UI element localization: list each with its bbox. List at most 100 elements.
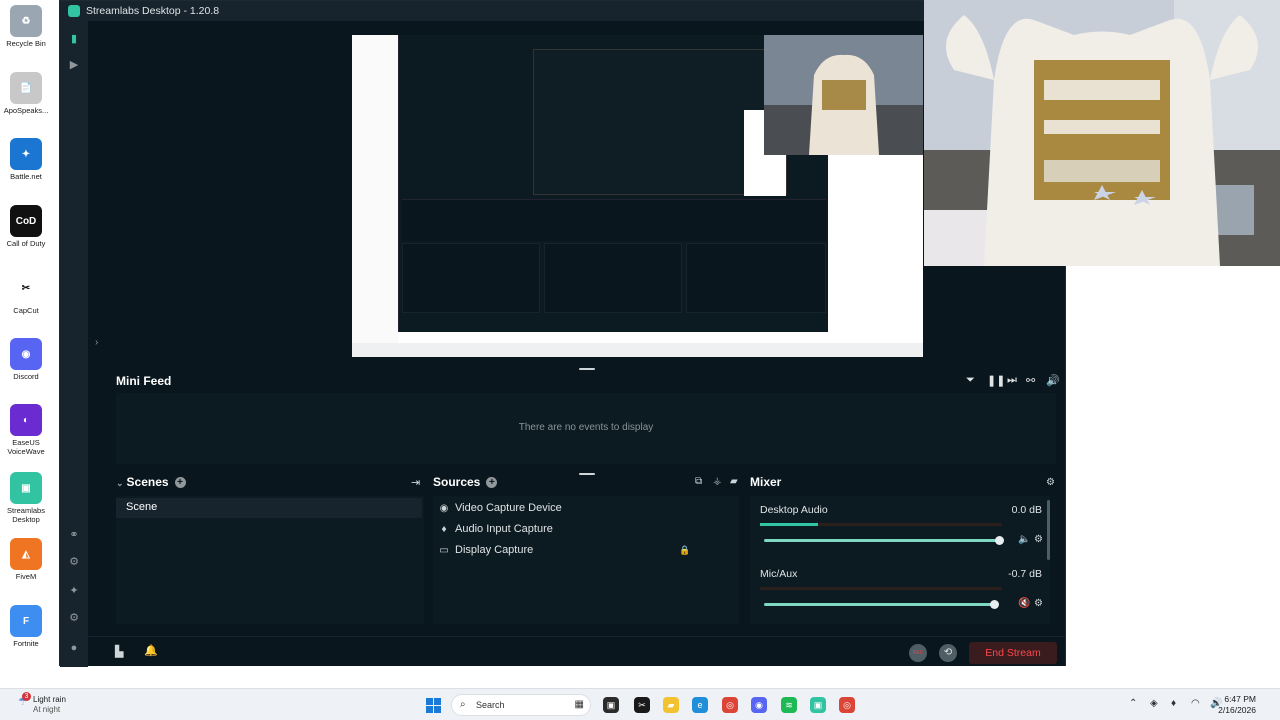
- add-source-icon[interactable]: +: [486, 477, 498, 488]
- play-icon[interactable]: ▶: [68, 59, 80, 71]
- microphone-icon: ♦: [441, 523, 447, 535]
- apospeaks-file-icon: 📄: [10, 72, 42, 104]
- stream-preview: [112, 23, 1062, 363]
- chrome-profile-icon[interactable]: ◎: [839, 697, 855, 713]
- desktop-shortcut-label: Fortnite: [13, 639, 39, 648]
- system-clock[interactable]: 6:47 PM 2/16/2026: [1218, 694, 1256, 716]
- end-stream-button[interactable]: End Stream: [969, 642, 1057, 664]
- scrollbar[interactable]: [1047, 500, 1050, 560]
- tray-app-icon[interactable]: ◈: [1150, 698, 1158, 709]
- sources-header: Sources +: [433, 475, 498, 493]
- speaker-muted-icon[interactable]: 🔇: [1018, 598, 1030, 609]
- title-bar[interactable]: Streamlabs Desktop - 1.20.8: [60, 1, 925, 21]
- sources-panel: ◉ Video Capture Device ♦ Audio Input Captu…: [433, 496, 739, 624]
- scenes-header: ⌄ Scenes +: [116, 475, 186, 493]
- discord-taskbar-icon[interactable]: ◉: [751, 697, 767, 713]
- chevron-right-icon[interactable]: ›: [95, 337, 98, 348]
- resize-handle-bottom[interactable]: [579, 473, 595, 475]
- desktop-shortcut-streamlabs-desktop[interactable]: ▣ Streamlabs Desktop: [2, 472, 50, 524]
- record-button[interactable]: REC: [909, 644, 927, 662]
- collapse-chevron-icon[interactable]: ⌄: [116, 478, 124, 488]
- folder-icon[interactable]: ▰: [730, 476, 738, 487]
- tray-chevron-up-icon[interactable]: ⌃: [1129, 698, 1137, 709]
- skip-icon[interactable]: ⏭: [1007, 374, 1017, 387]
- minifeed-body: There are no events to display: [116, 393, 1056, 464]
- discord-icon: ◉: [10, 338, 42, 370]
- weather-widget[interactable]: ☂ 3 Light rain At night: [18, 692, 66, 715]
- file-explorer-icon[interactable]: ▰: [663, 697, 679, 713]
- notifications-bell-icon[interactable]: 🔔: [144, 644, 158, 657]
- source-label: Audio Input Capture: [455, 523, 553, 535]
- channel-name: Mic/Aux: [760, 568, 798, 580]
- start-button[interactable]: [426, 698, 442, 714]
- lock-icon[interactable]: 🔒: [679, 545, 690, 556]
- speaker-icon[interactable]: 🔈: [1018, 534, 1030, 545]
- minifeed-header: Mini Feed ⏷ ❚❚ ⏭ ⚯ 🔊: [116, 371, 1060, 391]
- weather-title: Light rain: [33, 695, 66, 704]
- tray-microphone-icon[interactable]: ♦: [1171, 698, 1176, 709]
- channel-settings-icon[interactable]: ⚙: [1034, 534, 1043, 545]
- preview-nested-preview: [533, 49, 787, 196]
- desktop-shortcut-call-of-duty[interactable]: CoD Call of Duty: [2, 205, 50, 248]
- slider-knob[interactable]: [990, 600, 999, 609]
- webcam-icon: ◉: [439, 502, 449, 514]
- editor-icon[interactable]: ▮: [68, 33, 80, 45]
- source-row[interactable]: ♦ Audio Input Capture: [439, 520, 553, 538]
- replay-buffer-button[interactable]: ⟲: [939, 644, 957, 662]
- mute-alerts-icon[interactable]: ⚯: [1026, 374, 1035, 387]
- slider-knob[interactable]: [995, 536, 1004, 545]
- desktop-shortcut-label: EaseUS VoiceWave: [7, 438, 45, 456]
- desktop-shortcut-capcut[interactable]: ✂ CapCut: [2, 272, 50, 315]
- gear-icon[interactable]: ⚙: [68, 612, 80, 624]
- pause-icon[interactable]: ❚❚: [987, 374, 1005, 387]
- sparkle-icon[interactable]: ✦: [68, 585, 80, 597]
- minifeed-title: Mini Feed: [116, 374, 172, 388]
- volume-slider[interactable]: [764, 600, 999, 609]
- volume-slider[interactable]: [764, 536, 1004, 545]
- desktop-shortcut-recycle-bin[interactable]: ♻ Recycle Bin: [2, 5, 50, 48]
- add-scene-icon[interactable]: +: [174, 477, 186, 488]
- scene-item[interactable]: Scene: [116, 498, 422, 518]
- source-group-icon[interactable]: ⧉: [695, 476, 702, 487]
- volume-meter: [760, 523, 1002, 526]
- battlenet-icon: ✦: [10, 138, 42, 170]
- desktop-shortcut-label: Discord: [13, 372, 39, 381]
- spotify-icon[interactable]: ≋: [781, 697, 797, 713]
- desktop-shortcut-discord[interactable]: ◉ Discord: [2, 338, 50, 381]
- source-row[interactable]: ▭ Display Capture: [439, 541, 533, 559]
- filter-icon[interactable]: ⏷: [966, 374, 975, 387]
- channel-name: Desktop Audio: [760, 504, 828, 516]
- volume-icon[interactable]: 🔊: [1046, 374, 1060, 387]
- chrome-icon[interactable]: ◎: [722, 697, 738, 713]
- capcut-icon: ✂: [10, 272, 42, 304]
- call-of-duty-icon: CoD: [10, 205, 42, 237]
- streamlabs-taskbar-icon[interactable]: ▣: [810, 697, 826, 713]
- scene-transition-icon[interactable]: ⇥: [411, 476, 420, 489]
- desktop-shortcut-apospeaks-file[interactable]: 📄 ApoSpeaks...: [2, 72, 50, 115]
- source-row[interactable]: ◉ Video Capture Device: [439, 499, 562, 517]
- desktop-shortcut-label: Recycle Bin: [6, 39, 46, 48]
- task-view-icon[interactable]: ▣: [603, 697, 619, 713]
- channel-settings-icon[interactable]: ⚙: [1034, 598, 1043, 609]
- source-audio-icon[interactable]: ⚶: [713, 476, 722, 487]
- desktop-shortcut-fivem[interactable]: ◭ FiveM: [2, 538, 50, 581]
- wifi-icon[interactable]: ◠: [1191, 698, 1200, 709]
- stats-icon[interactable]: ▙: [115, 645, 123, 658]
- preview-nested-webcam: [764, 35, 923, 156]
- edge-icon[interactable]: e: [692, 697, 708, 713]
- link-icon[interactable]: ⚭: [68, 529, 80, 541]
- mixer-settings-icon[interactable]: ⚙: [1046, 477, 1055, 488]
- desktop-shortcut-easeus-voicewave[interactable]: ◐ EaseUS VoiceWave: [2, 404, 50, 456]
- user-icon[interactable]: ●: [68, 642, 80, 654]
- footer-bar: ▙ 🔔 REC ⟲ End Stream: [88, 636, 1065, 666]
- channel-db: 0.0 dB: [1011, 504, 1042, 516]
- resize-handle-top[interactable]: [579, 368, 595, 370]
- streamlabs-window: Streamlabs Desktop - 1.20.8 ▮ ▶ ⚭ ⚙ ✦ ⚙ …: [59, 0, 1066, 667]
- settings-wrench-icon[interactable]: ⚙: [68, 556, 80, 568]
- easeus-voicewave-icon: ◐: [10, 404, 42, 436]
- desktop-shortcut-battlenet[interactable]: ✦ Battle.net: [2, 138, 50, 181]
- minifeed-empty-message: There are no events to display: [518, 422, 654, 433]
- taskbar-search[interactable]: ⌕ Search ▦: [451, 694, 591, 716]
- desktop-shortcut-fortnite[interactable]: F Fortnite: [2, 605, 50, 648]
- capcut-taskbar-icon[interactable]: ✂: [634, 697, 650, 713]
